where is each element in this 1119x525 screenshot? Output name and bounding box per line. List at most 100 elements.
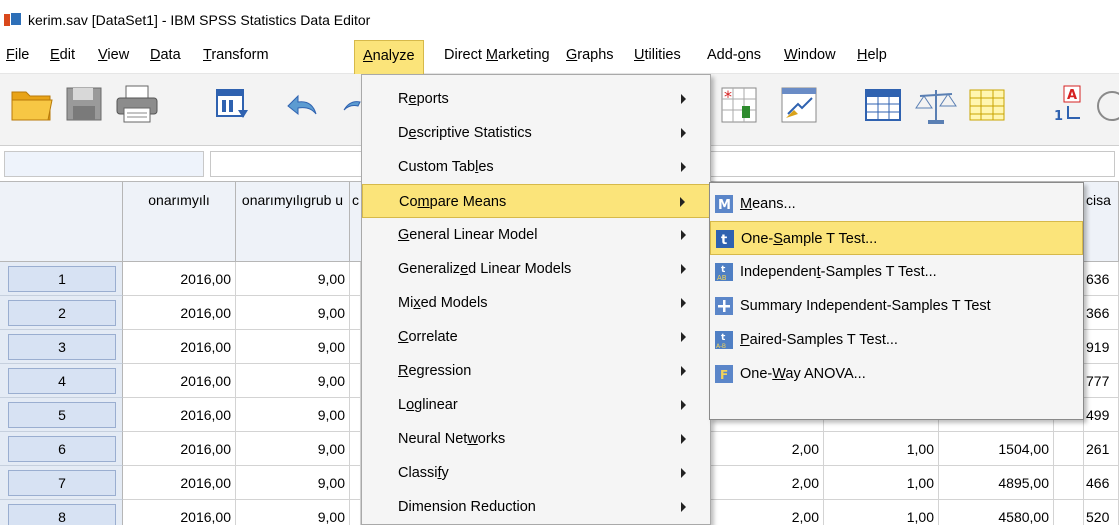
row-header[interactable]: 6 [0, 432, 123, 466]
table-cell[interactable]: 2,00 [711, 432, 824, 466]
table-cell[interactable] [350, 500, 361, 525]
table-cell[interactable]: 9,00 [236, 296, 350, 330]
table-cell[interactable]: 4895,00 [939, 466, 1054, 500]
table-cell[interactable] [350, 432, 361, 466]
menu-data[interactable]: Data [150, 47, 181, 63]
scales-icon[interactable] [914, 84, 958, 124]
table-cell[interactable]: 366 [1084, 296, 1119, 330]
table-cell[interactable]: 1504,00 [939, 432, 1054, 466]
menu-item-loglinear[interactable]: Loglinear [362, 388, 710, 422]
column-header-onar-my-l-grub-u[interactable]: onarımyılıgrub u [236, 182, 350, 262]
submenu-item-one-way-anova[interactable]: F One-Way ANOVA... [710, 357, 1083, 391]
table-cell[interactable]: 9,00 [236, 500, 350, 525]
table-cell[interactable]: 520 [1084, 500, 1119, 525]
menu-item-regression[interactable]: Regression [362, 354, 710, 388]
table-cell[interactable]: 2016,00 [123, 398, 236, 432]
table-cell[interactable]: 1,00 [824, 500, 939, 525]
menu-direct-marketing[interactable]: Direct Marketing [444, 47, 550, 63]
open-folder-icon[interactable] [10, 84, 54, 124]
table-cell[interactable]: 9,00 [236, 330, 350, 364]
menu-window[interactable]: Window [784, 47, 836, 63]
table-cell[interactable]: 466 [1084, 466, 1119, 500]
table-cell[interactable]: 2016,00 [123, 330, 236, 364]
table-cell[interactable]: 636 [1084, 262, 1119, 296]
table-cell[interactable]: 2016,00 [123, 466, 236, 500]
menu-edit[interactable]: Edit [50, 47, 75, 63]
cell-reference-field[interactable] [4, 151, 204, 177]
menu-item-reports[interactable]: Reports [362, 82, 710, 116]
grid-icon[interactable] [966, 84, 1010, 124]
value-labels-icon[interactable] [862, 84, 906, 124]
menu-graphs[interactable]: Graphs [566, 47, 614, 63]
menu-item-mixed-models[interactable]: Mixed Models [362, 286, 710, 320]
menu-file[interactable]: File [6, 47, 29, 63]
table-cell[interactable]: 9,00 [236, 364, 350, 398]
menu-item-classify[interactable]: Classify [362, 456, 710, 490]
submenu-item-summary-independent-samples-t-test[interactable]: Summary Independent-Samples T Test [710, 289, 1083, 323]
table-cell[interactable] [350, 466, 361, 500]
submenu-item-one-sample-t-test[interactable]: t One-Sample T Test... [710, 221, 1083, 255]
column-header-cisa[interactable]: cisa [1084, 182, 1119, 262]
table-cell[interactable] [350, 262, 361, 296]
save-icon[interactable] [64, 84, 104, 124]
submenu-item-means[interactable]: M Means... [710, 187, 1083, 221]
table-cell[interactable]: 499 [1084, 398, 1119, 432]
table-cell[interactable] [350, 398, 361, 432]
table-cell[interactable]: 9,00 [236, 432, 350, 466]
menu-item-general-linear-model[interactable]: General Linear Model [362, 218, 710, 252]
menu-item-neural-networks[interactable]: Neural Networks [362, 422, 710, 456]
table-cell[interactable] [1054, 432, 1084, 466]
table-cell[interactable] [350, 296, 361, 330]
undo-icon[interactable] [282, 84, 322, 124]
table-cell[interactable]: 261 [1084, 432, 1119, 466]
table-cell[interactable]: 2,00 [711, 466, 824, 500]
submenu-item-paired-samples-t-test[interactable]: t A-B Paired-Samples T Test... [710, 323, 1083, 357]
use-sets-icon[interactable]: A 1 [1050, 84, 1090, 124]
row-header[interactable]: 5 [0, 398, 123, 432]
table-cell[interactable]: 777 [1084, 364, 1119, 398]
row-header[interactable]: 1 [0, 262, 123, 296]
row-header[interactable]: 3 [0, 330, 123, 364]
menu-item-correlate[interactable]: Correlate [362, 320, 710, 354]
print-icon[interactable] [114, 84, 160, 124]
menu-item-custom-tables[interactable]: Custom Tables [362, 150, 710, 184]
table-cell[interactable]: 4580,00 [939, 500, 1054, 525]
table-cell[interactable]: 1,00 [824, 432, 939, 466]
select-cases-icon[interactable]: * [718, 84, 762, 124]
menu-help[interactable]: Help [857, 47, 887, 63]
menu-item-compare-means[interactable]: Compare Means [362, 184, 710, 218]
weight-cases-icon[interactable] [778, 84, 822, 124]
table-cell[interactable]: 2,00 [711, 500, 824, 525]
menu-add-ons[interactable]: Add-ons [707, 47, 761, 63]
circle-icon[interactable] [1092, 84, 1119, 124]
table-cell[interactable]: 9,00 [236, 262, 350, 296]
row-header[interactable]: 8 [0, 500, 123, 525]
table-cell[interactable]: 2016,00 [123, 500, 236, 525]
table-cell[interactable] [1054, 466, 1084, 500]
table-cell[interactable]: 9,00 [236, 398, 350, 432]
menu-transform[interactable]: Transform [203, 47, 269, 63]
table-cell[interactable]: 9,00 [236, 466, 350, 500]
table-cell[interactable]: 1,00 [824, 466, 939, 500]
row-header[interactable]: 7 [0, 466, 123, 500]
menu-view[interactable]: View [98, 47, 129, 63]
menu-analyze[interactable]: Analyze [354, 40, 424, 74]
column-header-corner[interactable] [0, 182, 123, 262]
menu-utilities[interactable]: Utilities [634, 47, 681, 63]
table-cell[interactable]: 2016,00 [123, 262, 236, 296]
row-header[interactable]: 2 [0, 296, 123, 330]
table-cell[interactable]: 2016,00 [123, 364, 236, 398]
column-header-onar-my-l[interactable]: onarımyılı [123, 182, 236, 262]
table-cell[interactable]: 2016,00 [123, 432, 236, 466]
menu-item-descriptive-statistics[interactable]: Descriptive Statistics [362, 116, 710, 150]
table-cell[interactable] [350, 364, 361, 398]
redo-icon[interactable] [340, 84, 362, 124]
row-header[interactable]: 4 [0, 364, 123, 398]
table-cell[interactable] [350, 330, 361, 364]
table-cell[interactable]: 2016,00 [123, 296, 236, 330]
menu-item-generalized-linear-models[interactable]: Generalized Linear Models [362, 252, 710, 286]
submenu-item-independent-samples-t-test[interactable]: t AB Independent-Samples T Test... [710, 255, 1083, 289]
table-cell[interactable]: 919 [1084, 330, 1119, 364]
menu-item-dimension-reduction[interactable]: Dimension Reduction [362, 490, 710, 524]
table-cell[interactable] [1054, 500, 1084, 525]
